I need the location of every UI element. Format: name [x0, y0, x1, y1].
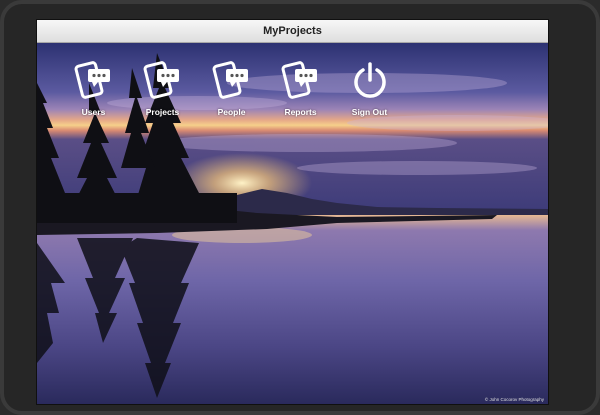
main-nav: Users Projects People Reports Sign Out [59, 61, 404, 117]
nav-item-sign-out[interactable]: Sign Out [335, 61, 404, 117]
nav-item-reports[interactable]: Reports [266, 61, 335, 117]
tablet-chat-icon [281, 61, 317, 99]
nav-item-users[interactable]: Users [59, 61, 128, 117]
nav-label-sign-out: Sign Out [351, 107, 388, 117]
nav-label-reports: Reports [284, 107, 317, 117]
device-frame: MyProjects Users Projects People Reports… [0, 0, 600, 415]
app-window: MyProjects Users Projects People Reports… [36, 19, 549, 405]
tablet-chat-icon [212, 61, 248, 99]
tablet-chat-icon [143, 61, 179, 99]
photo-credit: © John Cocorov Photography [484, 397, 544, 402]
nav-label-people: People [217, 107, 246, 117]
window-title: MyProjects [263, 25, 322, 37]
power-icon [353, 62, 386, 98]
nav-label-projects: Projects [145, 107, 180, 117]
nav-item-projects[interactable]: Projects [128, 61, 197, 117]
background-photo: Users Projects People Reports Sign Out ©… [37, 43, 548, 404]
nav-label-users: Users [81, 107, 106, 117]
window-titlebar: MyProjects [37, 20, 548, 43]
nav-item-people[interactable]: People [197, 61, 266, 117]
tablet-chat-icon [74, 61, 110, 99]
